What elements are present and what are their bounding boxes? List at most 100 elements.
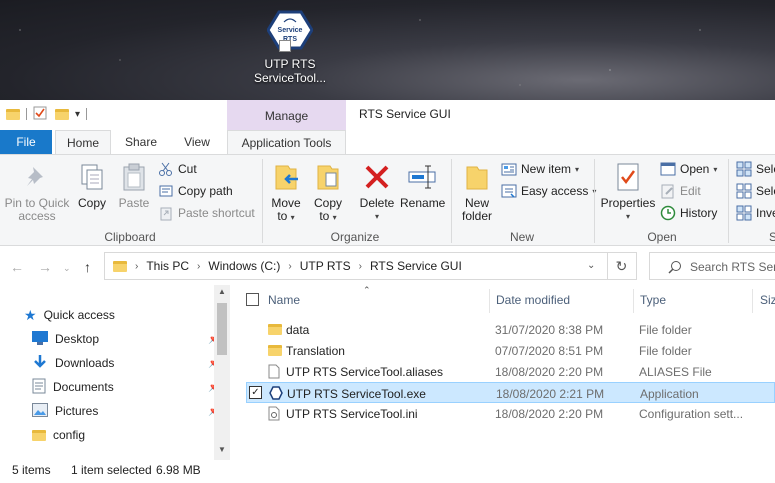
delete-label: Delete [359,196,395,210]
copy-button[interactable]: Copy [74,159,110,210]
nav-item-documents[interactable]: Documents 📌 [32,377,222,397]
select-all-checkbox[interactable] [246,293,259,306]
chevron-right-icon[interactable]: › [197,261,200,272]
nav-item-desktop[interactable]: Desktop 📌 [32,329,222,349]
forward-arrow-icon[interactable]: → [38,259,52,275]
history-button[interactable]: History [660,203,717,223]
selection-size: 6.98 MB [156,463,201,477]
nav-item-downloads[interactable]: Downloads 📌 [32,353,222,373]
table-row-selected[interactable]: ✓ UTP RTS ServiceTool.exe 18/08/2020 2:2… [246,382,775,403]
breadcrumb-this-pc[interactable]: This PC [146,259,189,273]
nav-label: Quick access [43,308,115,322]
breadcrumb-rts-service-gui[interactable]: RTS Service GUI [370,259,462,273]
group-divider [594,159,595,243]
copy-path-button[interactable]: Copy path [158,181,233,201]
cut-button[interactable]: Cut [158,159,197,179]
nav-item-quick-access[interactable]: ★ Quick access [24,305,214,325]
scroll-up-arrow-icon[interactable]: ▲ [218,287,226,296]
column-header-name[interactable]: Name [268,293,300,307]
customize-toolbar-icon[interactable]: ▾ [75,109,80,120]
pin-to-quick-access-button[interactable]: Pin to Quick access [4,159,70,223]
file-date: 07/07/2020 8:51 PM [495,344,604,358]
back-arrow-icon[interactable]: ← [10,259,24,275]
chevron-right-icon[interactable]: › [135,261,138,272]
refresh-icon[interactable]: ↻ [607,252,637,280]
scrollbar-thumb[interactable] [217,303,227,355]
tab-home[interactable]: Home [55,130,111,155]
paste-icon [118,161,150,193]
rename-button[interactable]: Rename [400,159,445,210]
tab-manage[interactable]: Manage [227,100,346,130]
app-icon [269,386,283,403]
search-box[interactable]: Search RTS Servi [649,252,775,280]
nav-item-config[interactable]: config [32,425,222,445]
settings-file-icon [268,406,281,424]
column-divider[interactable] [752,289,753,313]
tab-share[interactable]: Share [117,130,165,154]
column-divider[interactable] [489,289,490,313]
file-name: Translation [286,344,345,358]
table-row[interactable]: UTP RTS ServiceTool.ini 18/08/2020 2:20 … [246,403,775,424]
navigation-pane-scrollbar[interactable]: ▲ ▼ [214,285,230,460]
copy-to-label-2: to [319,209,330,223]
column-header-date-modified[interactable]: Date modified [496,293,570,307]
tab-file[interactable]: File [0,130,52,154]
table-row[interactable]: data 31/07/2020 8:38 PM File folder [246,319,775,340]
address-bar[interactable]: › This PC › Windows (C:) › UTP RTS › RTS… [104,252,608,280]
paste-shortcut-icon [158,205,174,221]
open-icon [660,161,676,177]
select-none-button[interactable]: Sele [736,181,775,201]
copy-path-label: Copy path [178,184,233,198]
recent-locations-chevron-icon[interactable]: ⌄ [63,263,71,274]
group-label-select: S [768,230,775,244]
tab-application-tools[interactable]: Application Tools [227,130,346,155]
nav-item-pictures[interactable]: Pictures 📌 [32,401,222,421]
new-item-button[interactable]: New item ▾ [501,159,579,179]
column-divider[interactable] [633,289,634,313]
delete-button[interactable]: Delete ▾ [357,159,397,223]
breadcrumb-utp-rts[interactable]: UTP RTS [300,259,351,273]
service-rts-app-icon: Service RTS [266,10,314,52]
file-icon [268,364,280,382]
select-all-icon [736,161,752,177]
tab-view[interactable]: View [173,130,221,154]
chevron-right-icon[interactable]: › [359,261,362,272]
table-row[interactable]: Translation 07/07/2020 8:51 PM File fold… [246,340,775,361]
up-arrow-icon[interactable]: ↑ [84,259,91,275]
address-history-chevron-icon[interactable]: ⌄ [587,260,595,271]
dropdown-arrow-icon: ▾ [575,164,580,174]
breadcrumb-windows-c[interactable]: Windows (C:) [208,259,280,273]
select-all-button[interactable]: Sele [736,159,775,179]
paste-shortcut-button[interactable]: Paste shortcut [158,203,255,223]
scroll-down-arrow-icon[interactable]: ▼ [218,445,226,454]
file-name: UTP RTS ServiceTool.aliases [286,365,443,379]
column-header-size[interactable]: Siz [760,293,775,307]
column-header-type[interactable]: Type [640,293,666,307]
row-checkbox-checked[interactable]: ✓ [249,386,262,399]
desktop-icon-label-2: ServiceTool... [254,71,327,85]
navigation-pane: ★ Quick access Desktop 📌 Downloads 📌 Doc… [0,285,230,460]
edit-button[interactable]: Edit [660,181,701,201]
new-folder-icon[interactable] [55,108,69,120]
open-button[interactable]: Open ▾ [660,159,717,179]
chevron-right-icon[interactable]: › [288,261,291,272]
paste-button[interactable]: Paste [114,159,154,210]
invert-selection-button[interactable]: Inve [736,203,775,223]
group-label-organize: Organize [330,230,380,244]
properties-check-icon[interactable] [33,106,49,122]
history-icon [660,205,676,221]
properties-button[interactable]: Properties ▾ [600,159,656,223]
item-count: 5 items [12,463,51,477]
move-to-label-2: to [277,209,288,223]
file-name: data [286,323,310,337]
new-folder-button[interactable]: New folder [458,159,496,223]
copy-to-button[interactable]: Copy to ▾ [310,159,346,224]
file-type: File folder [639,344,692,358]
desktop-shortcut-utp-rts[interactable]: Service RTS UTP RTS ServiceTool... [254,10,326,85]
move-to-button[interactable]: Move to ▾ [268,159,304,224]
table-row[interactable]: UTP RTS ServiceTool.aliases 18/08/2020 2… [246,361,775,382]
easy-access-button[interactable]: Easy access ▾ [501,181,596,201]
delete-x-icon [361,161,393,193]
group-label-open: Open [647,230,677,244]
select-all-label: Sele [756,162,775,176]
